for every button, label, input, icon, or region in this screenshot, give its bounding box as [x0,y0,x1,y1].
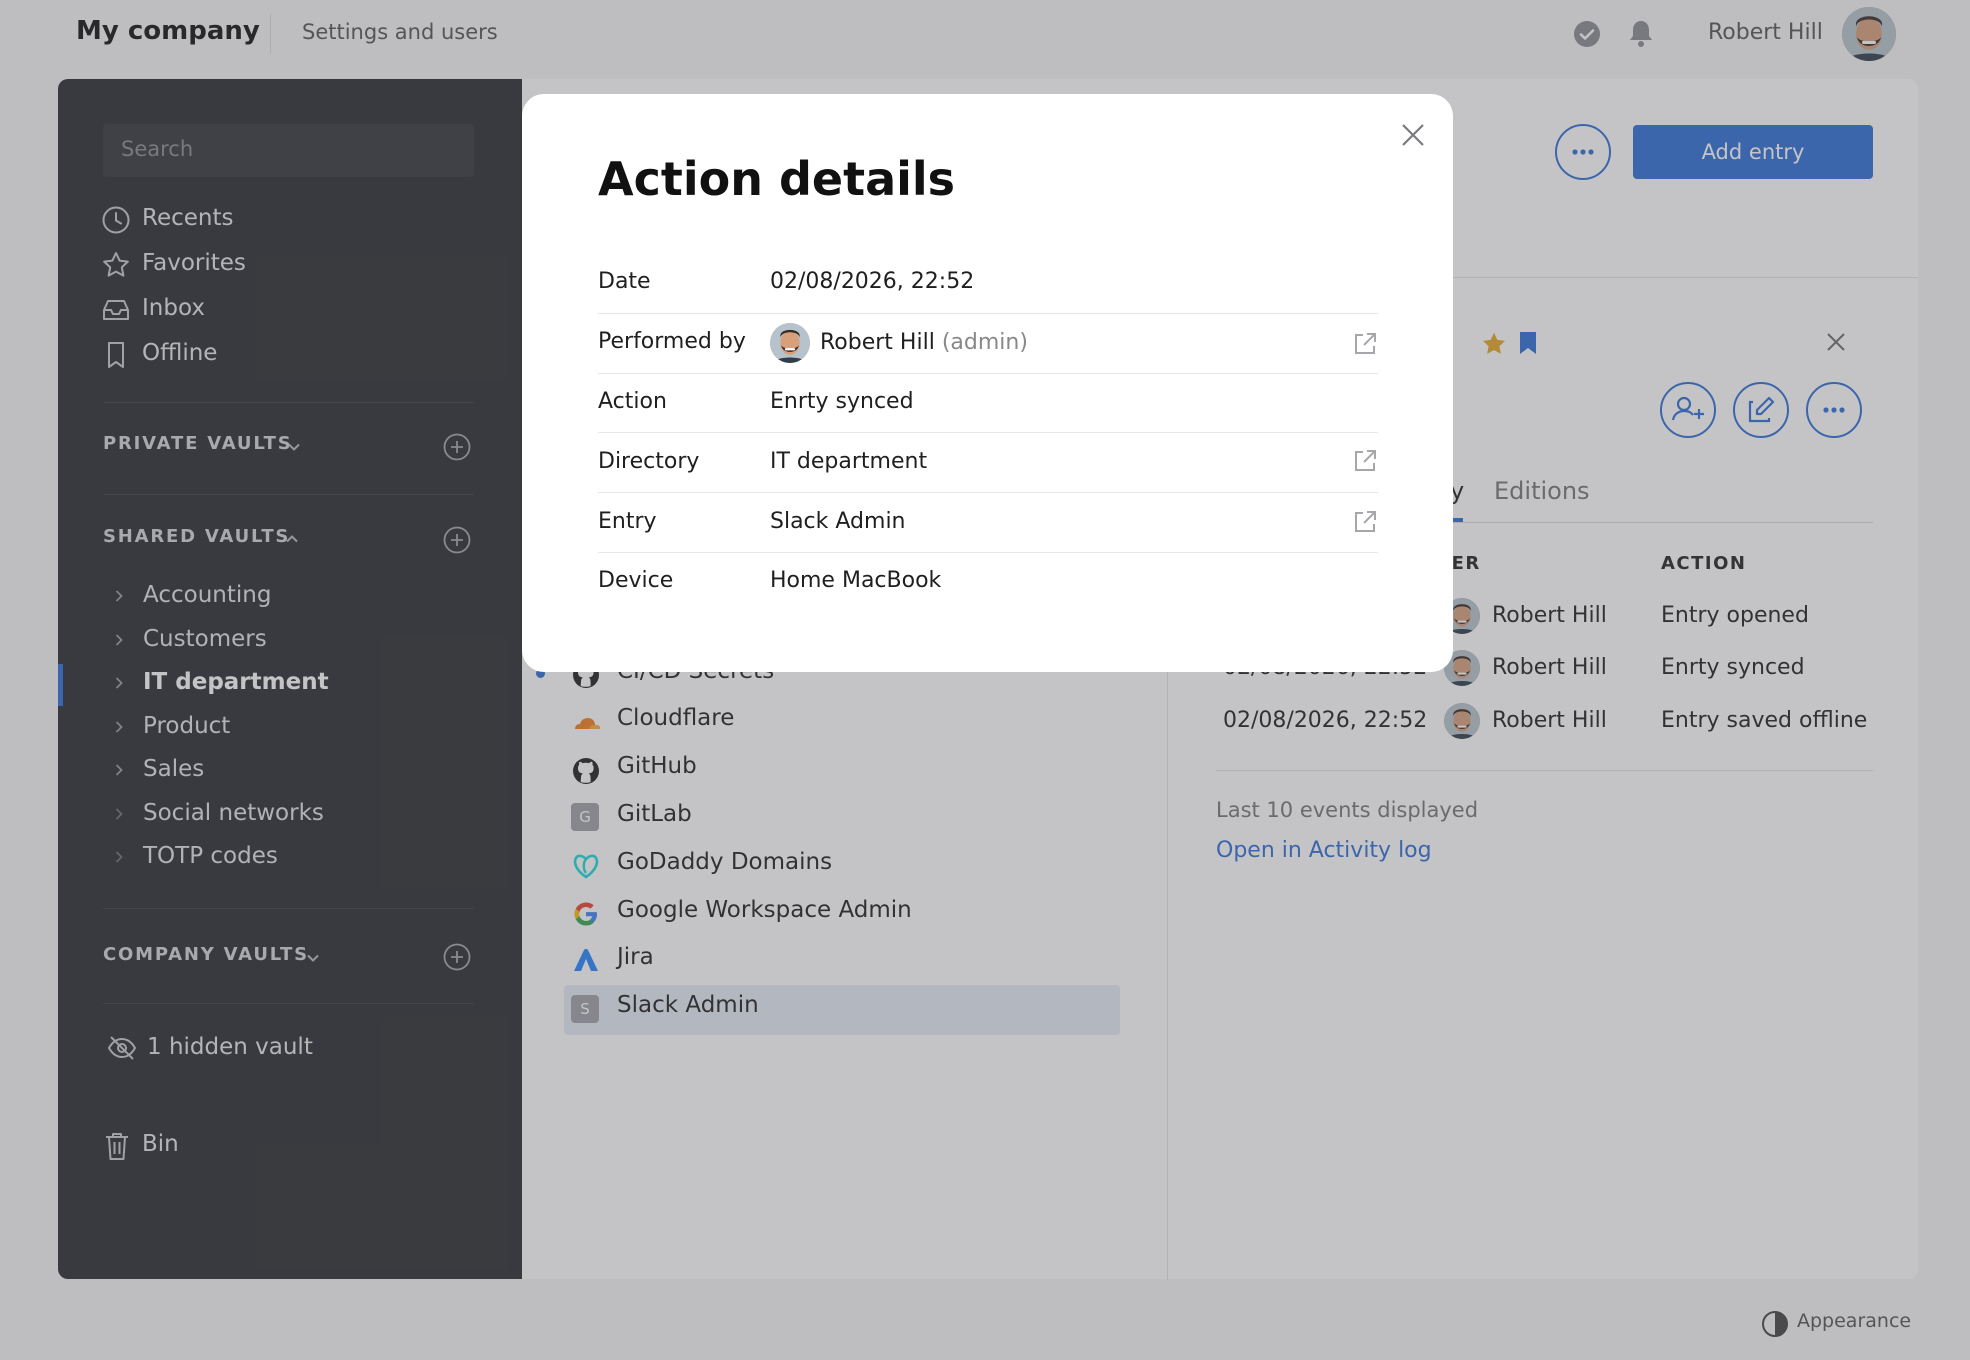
external-link-icon[interactable] [1352,331,1378,357]
detail-label-action: Action [598,389,667,414]
detail-value-action: Enrty synced [770,389,914,414]
detail-label-directory: Directory [598,449,700,474]
close-modal-icon[interactable] [1400,122,1426,148]
modal-title: Action details [598,152,956,206]
avatar [770,323,810,363]
performer-name: Robert Hill [820,330,935,355]
detail-value-directory: IT department [770,449,928,474]
detail-label-date: Date [598,269,651,294]
detail-value-performed-by: Robert Hill (admin) [820,330,1028,355]
detail-divider [598,552,1378,553]
performer-role: (admin) [941,330,1028,355]
external-link-icon[interactable] [1352,448,1378,474]
detail-label-performed-by: Performed by [598,329,746,354]
detail-value-entry: Slack Admin [770,509,906,534]
detail-divider [598,492,1378,493]
detail-label-device: Device [598,568,674,593]
detail-divider [598,432,1378,433]
detail-label-entry: Entry [598,509,657,534]
detail-value-device: Home MacBook [770,568,942,593]
detail-divider [598,313,1378,314]
detail-divider [598,373,1378,374]
detail-value-date: 02/08/2026, 22:52 [770,269,975,294]
external-link-icon[interactable] [1352,509,1378,535]
